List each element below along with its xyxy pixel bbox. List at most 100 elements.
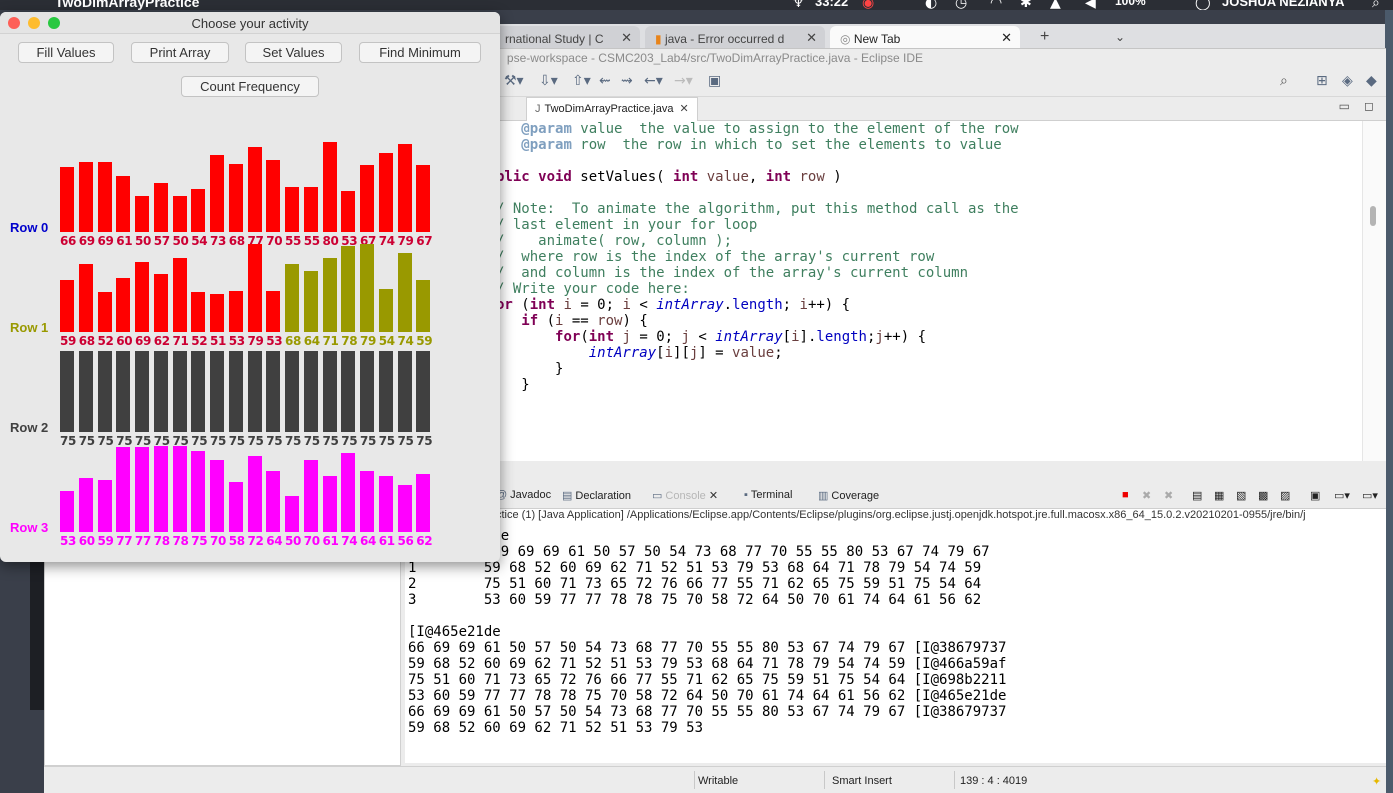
value-bar — [247, 243, 262, 332]
value-bar — [285, 187, 299, 232]
value-bar — [266, 470, 281, 532]
value-label: 52 — [97, 334, 114, 348]
editor-tab-twodimarraypractice[interactable]: J TwoDimArrayPractice.java ✕ — [526, 97, 698, 121]
value-label: 75 — [135, 434, 152, 448]
search-icon[interactable]: ⌕ — [1280, 73, 1288, 89]
value-label: 70 — [266, 234, 283, 248]
display-console-icon[interactable]: ▭▾ — [1334, 489, 1350, 502]
pin-console-icon[interactable]: ▣ — [1310, 489, 1320, 502]
value-bar — [210, 154, 224, 232]
value-bar — [341, 190, 356, 232]
user-icon[interactable]: ◯ — [1195, 0, 1211, 10]
terminate-icon[interactable]: ■ — [1122, 489, 1129, 501]
open-console-icon[interactable]: ▭▾ — [1362, 489, 1378, 502]
control-icon[interactable]: ▲ — [1050, 0, 1061, 10]
time-machine-icon[interactable]: ◷ — [955, 0, 967, 10]
forward-edit-icon[interactable]: ⇝ — [621, 73, 633, 89]
value-label: 64 — [360, 534, 377, 548]
tab-console[interactable]: ▭ Console ✕ — [652, 489, 718, 502]
value-bar — [97, 479, 112, 532]
value-label: 50 — [285, 534, 302, 548]
scroll-lock-icon[interactable]: ▦ — [1214, 489, 1224, 502]
scroll-thumb[interactable] — [1370, 206, 1376, 226]
close-icon[interactable]: ✕ — [621, 30, 632, 46]
value-bar — [397, 485, 412, 532]
terminal-icon: ▪ — [744, 489, 748, 501]
browser-tab-international-study[interactable]: rnational Study | C ✕ — [495, 26, 640, 48]
word-wrap-icon[interactable]: ▧ — [1236, 489, 1246, 502]
menubar-user[interactable]: JOSHUA NEZIANYA — [1222, 0, 1345, 9]
value-label: 70 — [210, 534, 227, 548]
open-perspective-icon[interactable]: ⊞ — [1316, 73, 1328, 89]
annotation-next-icon[interactable]: ⇩▾ — [539, 73, 558, 89]
value-label: 75 — [397, 434, 414, 448]
code-text: @param value the value to assign to the … — [496, 121, 1019, 393]
remove-launch-icon[interactable]: ✖ — [1142, 489, 1151, 502]
value-bar — [153, 445, 168, 532]
value-bar — [378, 288, 393, 332]
value-bar — [247, 147, 262, 232]
pin-editor-icon[interactable]: ▣ — [708, 73, 721, 89]
show-on-output-icon[interactable]: ▩ — [1258, 489, 1268, 502]
row-label: Row 1 — [10, 320, 49, 335]
spotlight-search-icon[interactable]: ⌕ — [1372, 0, 1380, 10]
close-icon[interactable]: ✕ — [806, 30, 817, 46]
sync-icon[interactable]: ◐ — [925, 0, 937, 10]
value-bar — [303, 460, 318, 532]
value-label: 70 — [303, 534, 320, 548]
value-label: 58 — [228, 534, 245, 548]
value-bar — [191, 188, 206, 232]
value-label: 54 — [378, 334, 395, 348]
console-output[interactable]: ue 69 69 69 61 50 57 50 54 73 68 77 70 5… — [405, 525, 1386, 763]
git-perspective-icon[interactable]: ◆ — [1366, 73, 1377, 89]
menubar-clock[interactable]: 33:22 — [815, 0, 848, 9]
tip-bulb-icon[interactable]: ✦ — [1372, 775, 1381, 788]
browser-tab-java-error[interactable]: ▮ java - Error occurred d ✕ — [645, 26, 825, 48]
value-bar — [285, 496, 299, 532]
close-icon[interactable]: ✕ — [1001, 30, 1012, 46]
editor-scrollbar[interactable] — [1362, 121, 1386, 461]
value-bar — [135, 261, 149, 332]
value-bar — [97, 161, 112, 232]
coverage-icon: ▥ — [818, 490, 829, 502]
annotation-prev-icon[interactable]: ⇧▾ — [572, 73, 591, 89]
build-icon[interactable]: ⚒▾ — [504, 73, 524, 89]
value-bar — [135, 196, 149, 232]
value-bar — [285, 263, 299, 332]
back-arrow-icon[interactable]: ←▾ — [644, 73, 663, 89]
last-edit-icon[interactable]: ⇜ — [599, 73, 611, 89]
record-icon[interactable]: ◉ — [862, 0, 874, 10]
editor-tab-label: TwoDimArrayPractice.java — [544, 103, 674, 115]
value-label: 50 — [135, 234, 152, 248]
value-bar — [78, 478, 93, 532]
minimize-icon[interactable]: ▭ — [1339, 99, 1350, 113]
wifi-icon[interactable]: ♆ — [792, 0, 805, 10]
volume-icon[interactable]: ◀ — [1085, 0, 1096, 10]
close-icon[interactable]: ✕ — [679, 103, 688, 115]
tab-declaration[interactable]: ▤ Declaration — [562, 489, 631, 502]
tab-terminal[interactable]: ▪ Terminal — [744, 489, 792, 501]
tab-coverage[interactable]: ▥ Coverage — [818, 489, 879, 502]
browser-tab-new-tab[interactable]: ◎ New Tab ✕ — [830, 26, 1020, 48]
forward-arrow-icon[interactable]: →▾ — [674, 73, 693, 89]
bluetooth-icon[interactable]: ✱ — [1020, 0, 1032, 10]
value-bar — [116, 278, 131, 332]
java-perspective-icon[interactable]: ◈ — [1342, 73, 1353, 89]
value-label: 57 — [153, 234, 170, 248]
show-on-error-icon[interactable]: ▨ — [1280, 489, 1290, 502]
clear-console-icon[interactable]: ▤ — [1192, 489, 1202, 502]
value-label: 66 — [60, 234, 77, 248]
close-icon[interactable]: ✕ — [709, 490, 718, 502]
maximize-icon[interactable]: ◻ — [1364, 99, 1374, 113]
battery-percent[interactable]: 100% — [1115, 0, 1146, 8]
tab-search-icon[interactable]: ⌄ — [1105, 26, 1133, 48]
new-tab-button[interactable]: + — [1030, 26, 1056, 48]
tab-label: Javadoc — [510, 489, 552, 501]
code-editor[interactable]: @param value the value to assign to the … — [496, 121, 1362, 461]
value-label: 53 — [228, 334, 245, 348]
value-label: 59 — [60, 334, 77, 348]
tab-javadoc[interactable]: @ Javadoc — [496, 489, 551, 501]
remove-all-icon[interactable]: ✖ — [1164, 489, 1173, 502]
value-bar — [360, 351, 374, 432]
wifi-signal-icon[interactable]: ◠ — [990, 0, 1002, 10]
